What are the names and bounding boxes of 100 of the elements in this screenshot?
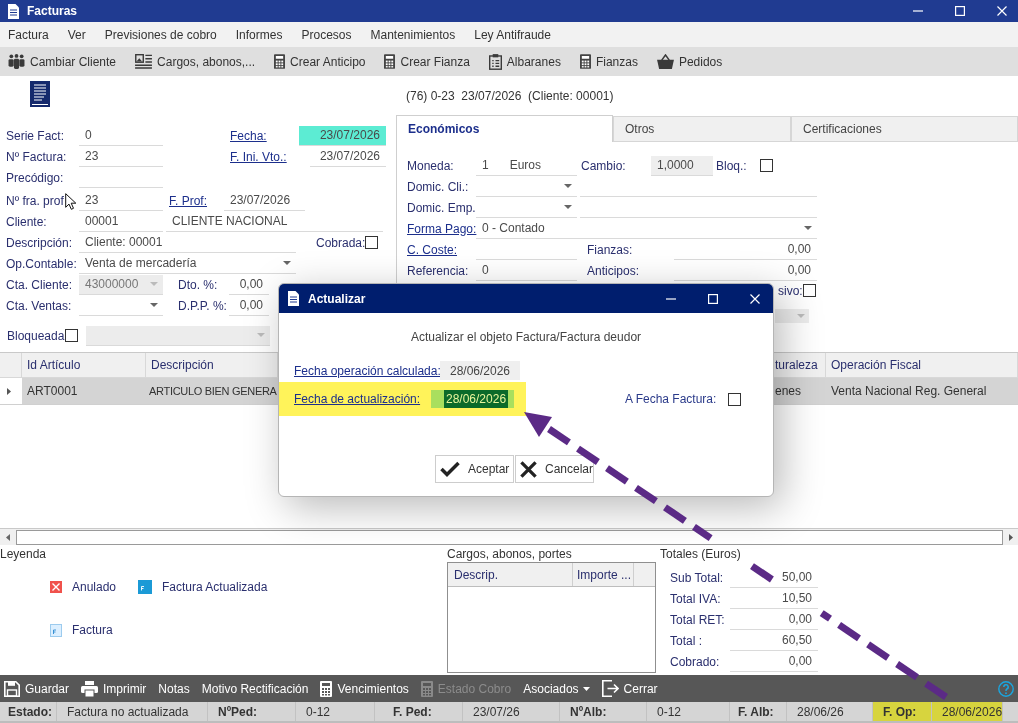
toolbar-button[interactable]: Cerrar [623, 679, 658, 698]
text-field[interactable]: 1,0000 [651, 155, 713, 176]
tab[interactable]: Otros [613, 116, 791, 142]
toolbar-button[interactable]: Cargos, abonos,... [157, 52, 256, 71]
field-link[interactable]: C. Coste: [407, 240, 457, 259]
text-field[interactable]: 23/07/2026 [299, 125, 386, 146]
status-label: F. Op: [873, 702, 932, 721]
maximize-icon[interactable] [708, 293, 718, 304]
menu-item[interactable]: Ver [67, 25, 86, 44]
tab[interactable]: Económicos [396, 115, 613, 142]
date-field[interactable]: 28/06/2026 [440, 361, 520, 380]
toolbar-button[interactable]: Notas [158, 679, 190, 698]
toolbar-button[interactable]: Pedidos [678, 52, 723, 71]
field-label: Cta. Ventas: [6, 297, 72, 315]
clipboard-icon[interactable] [488, 53, 502, 70]
text-field[interactable]: Cliente: 00001 [79, 232, 296, 253]
checkbox[interactable] [728, 392, 741, 406]
field-link[interactable]: Fecha de actualización: [294, 390, 421, 408]
close-icon[interactable] [997, 6, 1007, 16]
column-header[interactable]: Importe ... [577, 565, 632, 584]
field-link[interactable]: Fecha operación calculada: [294, 361, 441, 380]
toolbar-button[interactable]: Guardar [25, 679, 70, 698]
calculator-icon[interactable] [384, 54, 396, 69]
checkbox[interactable] [65, 329, 78, 342]
dialog-button[interactable]: Cancelar [515, 455, 594, 483]
text-field[interactable]: 0,00 [674, 260, 817, 281]
column-header[interactable]: turaleza [774, 353, 826, 378]
text-field[interactable]: 23/07/2026 [310, 146, 386, 167]
text-field[interactable]: 0,00 [229, 274, 269, 295]
toolbar-button[interactable]: Imprimir [103, 679, 147, 698]
scroll-left-icon[interactable] [6, 533, 10, 541]
toolbar-button[interactable]: Crear Fianza [400, 52, 470, 71]
text-field[interactable]: 23/07/2026 [224, 190, 305, 211]
text-field[interactable]: CLIENTE NACIONAL [166, 211, 383, 232]
menu-item[interactable]: Mantenimientos [370, 25, 456, 44]
text-field[interactable]: 23 [79, 146, 163, 167]
toolbar-button[interactable]: Fianzas [595, 52, 638, 71]
text-field[interactable]: 50,00 [730, 567, 818, 588]
field-link[interactable]: F. Prof: [169, 191, 207, 210]
calculator-icon[interactable] [579, 54, 591, 69]
printer-icon[interactable] [81, 680, 99, 697]
text-field[interactable]: 0,00 [674, 239, 817, 260]
field-link[interactable]: F. Ini. Vto.: [230, 147, 287, 166]
checkbox[interactable] [802, 284, 816, 297]
text-field[interactable]: 0,00 [730, 651, 818, 672]
record-summary: (76) 0-23 23/07/2026 (Cliente: 00001) [406, 87, 614, 105]
dropdown[interactable]: 0 - Contado [476, 218, 817, 239]
toolbar-button[interactable]: Crear Anticipo [290, 52, 366, 71]
card-icon[interactable] [135, 54, 153, 69]
maximize-icon[interactable] [955, 6, 965, 16]
basket-icon[interactable] [656, 54, 674, 69]
field-label: Total RET: [670, 611, 725, 629]
scroll-right-icon[interactable] [1008, 533, 1013, 541]
text-field[interactable]: 0 [79, 125, 163, 146]
text-field[interactable]: 0,00 [229, 295, 269, 316]
save-icon[interactable] [4, 680, 20, 697]
toolbar-button[interactable]: Albaranes [506, 52, 561, 71]
field-label: Descripción: [6, 234, 73, 252]
column-header[interactable]: Id Artículo [22, 353, 146, 378]
dialog-button[interactable]: Aceptar [435, 455, 514, 483]
exit-icon[interactable] [601, 680, 619, 697]
toolbar-button[interactable]: Vencimientos [337, 679, 409, 698]
date-field[interactable]: 28/06/2026 [431, 390, 514, 408]
status-label: Estado: [0, 702, 57, 721]
dropdown[interactable]: Venta de mercadería [79, 253, 296, 274]
menu-item[interactable]: Ley Antifraude [474, 25, 551, 44]
close-icon[interactable] [750, 293, 760, 304]
column-header[interactable]: Descripción [146, 353, 278, 378]
toolbar-button[interactable]: Motivo Rectificación [201, 679, 309, 698]
dropdown-caret-icon[interactable] [582, 686, 590, 691]
toolbar-button[interactable]: Cambiar Cliente [30, 52, 117, 71]
currency-field[interactable]: 1 Euros [476, 155, 577, 176]
text-field[interactable]: 10,50 [730, 588, 818, 609]
text-field[interactable]: 00001 [79, 211, 163, 232]
tab[interactable]: Certificaciones [791, 116, 1018, 142]
checkbox[interactable] [760, 159, 773, 172]
calculator-icon[interactable] [274, 54, 286, 69]
text-field[interactable]: 60,50 [730, 630, 818, 651]
window-title: Facturas [27, 3, 78, 20]
text-field[interactable]: 0,00 [730, 609, 818, 630]
field-label: Cobrada: [316, 234, 366, 252]
menu-item[interactable]: Informes [235, 25, 283, 44]
status-value: 23/07/26 [463, 702, 560, 721]
field-link[interactable]: Forma Pago: [407, 219, 477, 238]
people-icon[interactable] [8, 54, 25, 69]
minimize-icon[interactable] [666, 297, 676, 300]
text-field[interactable]: 23 [79, 190, 163, 211]
column-header[interactable]: Descrip. [454, 565, 498, 584]
column-header[interactable]: Operación Fiscal [826, 353, 1018, 378]
section-title: Cargos, abonos, portes [447, 545, 572, 563]
field-link[interactable]: Fecha: [230, 126, 267, 145]
menu-item[interactable]: Previsiones de cobro [104, 25, 217, 44]
menu-item[interactable]: Procesos [301, 25, 352, 44]
field-label: Cambio: [581, 157, 626, 175]
checkbox[interactable] [365, 236, 378, 249]
help-icon[interactable] [998, 680, 1014, 697]
toolbar-button[interactable]: Asociados [523, 679, 579, 698]
calculator-icon[interactable] [320, 680, 333, 697]
menu-item[interactable]: Factura [8, 25, 49, 44]
text-field[interactable]: 0 [476, 260, 577, 281]
